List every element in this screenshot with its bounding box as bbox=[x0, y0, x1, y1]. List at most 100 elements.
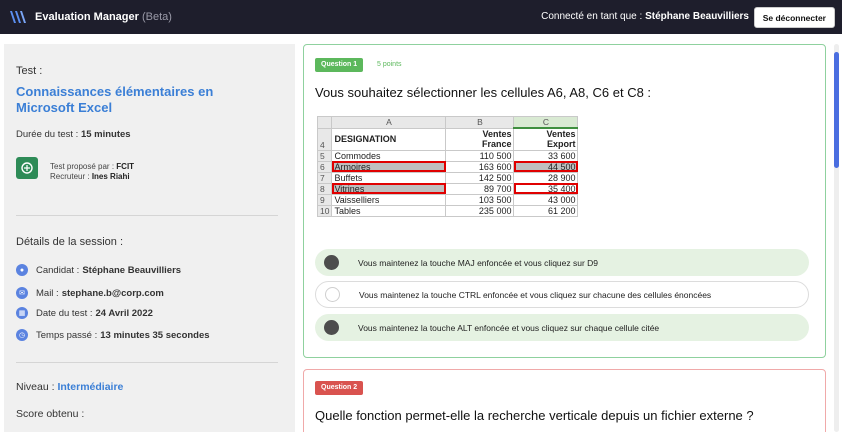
answer-option-2[interactable]: Vous maintenez la touche CTRL enfoncée e… bbox=[315, 281, 809, 308]
candidate-label: Candidat : bbox=[36, 264, 80, 276]
score-label: Score obtenu : bbox=[16, 408, 85, 420]
question-badge: Question 2 bbox=[315, 381, 364, 395]
connected-prefix: Connecté en tant que : bbox=[541, 11, 643, 22]
level-value: Intermédiaire bbox=[57, 381, 124, 393]
cell-c10: 61 200 bbox=[513, 204, 579, 217]
cell-b10: 235 000 bbox=[445, 204, 515, 217]
fcit-logo bbox=[16, 157, 38, 179]
mail-value: stephane.b@corp.com bbox=[61, 287, 164, 299]
candidate-value: Stéphane Beauvilliers bbox=[82, 264, 182, 276]
row-number: 4 bbox=[316, 127, 333, 151]
recruiter: Recruteur : Ines Riahi bbox=[50, 172, 134, 182]
cell-a7: Buffets bbox=[331, 171, 447, 184]
connected-user-info: Connecté en tant que : Stéphane Beauvill… bbox=[541, 11, 749, 22]
row-number: 6 bbox=[316, 160, 333, 173]
question-text: Vous souhaitez sélectionner les cellules… bbox=[315, 85, 652, 100]
question-badge: Question 1 bbox=[315, 58, 364, 72]
cell-a9: Vaisselliers bbox=[331, 193, 447, 206]
header-c-line1: Ventes bbox=[546, 129, 576, 140]
radio-empty-icon[interactable] bbox=[325, 287, 340, 302]
circuit-head-icon bbox=[21, 162, 33, 174]
header-b-line2: France bbox=[481, 139, 512, 149]
cell-a8: Vitrines bbox=[331, 182, 447, 195]
question-card-1: Question 1 5 points Vous souhaitez sélec… bbox=[303, 44, 826, 358]
table-row: 6 Armoires 163 600 44 500 bbox=[316, 160, 579, 173]
time-row: ◷ Temps passé : 13 minutes 35 secondes bbox=[16, 329, 210, 341]
user-icon: ● bbox=[16, 264, 28, 276]
double-chevron-logo-icon bbox=[10, 11, 26, 23]
duration-label: Durée du test : bbox=[16, 129, 79, 140]
scrollbar-thumb[interactable] bbox=[834, 52, 839, 168]
answer-text: Vous maintenez la touche ALT enfoncée et… bbox=[358, 322, 660, 333]
proposed-by: Test proposé par : FCIT bbox=[50, 162, 134, 172]
cell-a5: Commodes bbox=[331, 149, 447, 162]
spreadsheet-image: A B C 4 DESIGNATION Ventes France Ventes… bbox=[316, 116, 579, 217]
header-ventes-france: Ventes France bbox=[445, 127, 515, 151]
time-label: Temps passé : bbox=[36, 329, 98, 341]
cell-b6: 163 600 bbox=[445, 160, 515, 173]
header-b-line1: Ventes bbox=[482, 129, 512, 139]
table-row: 7 Buffets 142 500 28 900 bbox=[316, 171, 579, 184]
column-header-a: A bbox=[331, 116, 447, 129]
answer-option-1[interactable]: Vous maintenez la touche MAJ enfoncée et… bbox=[315, 249, 809, 276]
test-duration: Durée du test : 15 minutes bbox=[16, 129, 131, 140]
answer-text: Vous maintenez la touche MAJ enfoncée et… bbox=[358, 257, 599, 268]
date-label: Date du test : bbox=[36, 307, 93, 319]
table-row: 8 Vitrines 89 700 35 400 bbox=[316, 182, 579, 195]
cell-b5: 110 500 bbox=[445, 149, 515, 162]
clock-icon: ◷ bbox=[16, 329, 28, 341]
cell-c9: 43 000 bbox=[513, 193, 579, 206]
cell-a6: Armoires bbox=[331, 160, 447, 173]
sidebar: Test : Connaissances élémentaires en Mic… bbox=[4, 44, 295, 432]
table-header-row: 4 DESIGNATION Ventes France Ventes Expor… bbox=[316, 127, 579, 151]
top-bar: Evaluation Manager (Beta) Connecté en ta… bbox=[0, 0, 842, 34]
level-row: Niveau : Intermédiaire bbox=[16, 381, 123, 393]
mail-row: ✉ Mail : stephane.b@corp.com bbox=[16, 287, 164, 299]
radio-selected-icon[interactable] bbox=[324, 255, 339, 270]
scrollbar[interactable] bbox=[834, 44, 839, 432]
row-number: 5 bbox=[316, 149, 333, 162]
column-header-row: A B C bbox=[316, 116, 579, 129]
recruiter-label: Recruteur : bbox=[50, 172, 90, 181]
cell-c5: 33 600 bbox=[513, 149, 579, 162]
app-title: Evaluation Manager (Beta) bbox=[35, 11, 172, 23]
cell-c8: 35 400 bbox=[513, 182, 579, 195]
sidebar-divider bbox=[16, 215, 278, 216]
logout-button[interactable]: Se déconnecter bbox=[753, 7, 835, 28]
question-text: Quelle fonction permet-elle la recherche… bbox=[315, 408, 754, 423]
duration-value: 15 minutes bbox=[80, 129, 131, 140]
candidate-row: ● Candidat : Stéphane Beauvilliers bbox=[16, 264, 181, 276]
cell-c7: 28 900 bbox=[513, 171, 579, 184]
cell-b9: 103 500 bbox=[445, 193, 515, 206]
date-value: 24 Avril 2022 bbox=[95, 307, 153, 319]
test-label: Test : bbox=[16, 65, 43, 77]
connected-user-name: Stéphane Beauvilliers bbox=[645, 11, 749, 22]
cell-b7: 142 500 bbox=[445, 171, 515, 184]
proposed-by-label: Test proposé par : bbox=[50, 162, 115, 171]
row-number: 7 bbox=[316, 171, 333, 184]
answer-option-3[interactable]: Vous maintenez la touche ALT enfoncée et… bbox=[315, 314, 809, 341]
cell-c6: 44 500 bbox=[513, 160, 579, 173]
header-ventes-export: Ventes Export bbox=[513, 127, 579, 151]
calendar-icon: ▦ bbox=[16, 307, 28, 319]
mail-label: Mail : bbox=[36, 287, 59, 299]
table-row: 5 Commodes 110 500 33 600 bbox=[316, 149, 579, 162]
header-designation: DESIGNATION bbox=[331, 127, 447, 151]
date-row: ▦ Date du test : 24 Avril 2022 bbox=[16, 307, 153, 319]
radio-selected-icon[interactable] bbox=[324, 320, 339, 335]
row-number: 9 bbox=[316, 193, 333, 206]
test-proposer-block: Test proposé par : FCIT Recruteur : Ines… bbox=[50, 162, 134, 182]
column-header-b: B bbox=[445, 116, 515, 129]
header-c-line2: Export bbox=[546, 139, 576, 150]
app-beta-label: (Beta) bbox=[141, 11, 172, 23]
app-name: Evaluation Manager bbox=[35, 11, 139, 23]
sidebar-divider-2 bbox=[16, 362, 278, 363]
question-card-2: Question 2 Quelle fonction permet-elle l… bbox=[303, 369, 826, 432]
level-label: Niveau : bbox=[16, 381, 55, 393]
proposed-by-value: FCIT bbox=[116, 162, 135, 171]
row-number: 10 bbox=[316, 204, 333, 217]
question-points: 5 points bbox=[377, 61, 402, 68]
time-value: 13 minutes 35 secondes bbox=[100, 329, 210, 341]
cell-a10: Tables bbox=[331, 204, 447, 217]
cell-b8: 89 700 bbox=[445, 182, 515, 195]
